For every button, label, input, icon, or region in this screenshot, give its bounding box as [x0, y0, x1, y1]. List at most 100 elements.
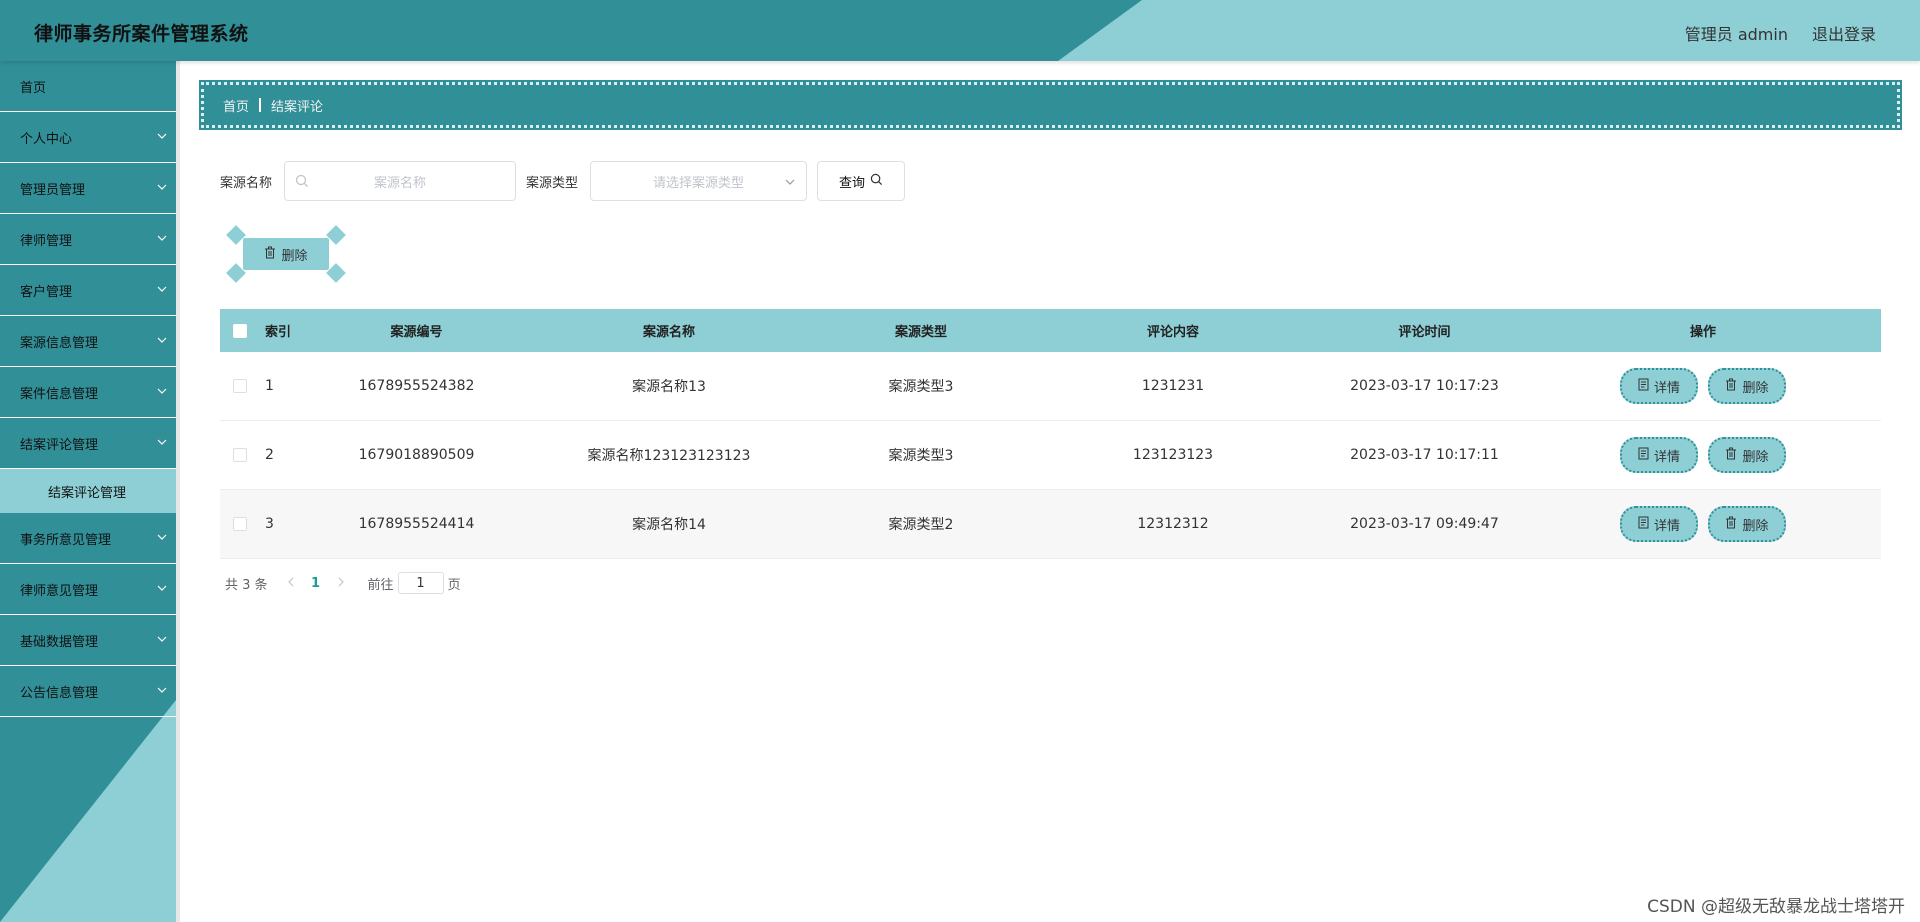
sidebar-item-1[interactable]: 个人中心: [0, 112, 176, 163]
query-button[interactable]: 查询: [817, 161, 906, 201]
delete-label: 删除: [1742, 518, 1769, 534]
sidebar-item-label: 首页: [20, 80, 47, 96]
chevron-down-icon: [156, 232, 168, 244]
batch-delete-label: 删除: [281, 248, 308, 264]
sidebar-item-8[interactable]: 事务所意见管理: [0, 513, 176, 564]
row-checkbox[interactable]: [233, 517, 247, 531]
cell-content: 12312312: [1137, 516, 1209, 532]
cell-index: 2: [265, 447, 274, 463]
sidebar-item-label: 律师意见管理: [20, 583, 99, 599]
sidebar-item-2[interactable]: 管理员管理: [0, 163, 176, 214]
chevron-down-icon: [156, 130, 168, 142]
search-icon: [295, 174, 309, 192]
case-name-input[interactable]: 案源名称: [284, 161, 517, 201]
detail-label: 详情: [1653, 518, 1680, 534]
sidebar-item-label: 公告信息管理: [20, 685, 99, 701]
trash-icon: [1725, 516, 1737, 533]
cell-type: 案源类型3: [888, 379, 954, 395]
cell-ops: 详情 删除: [1525, 506, 1881, 542]
sidebar-item-label: 结案评论管理: [20, 437, 99, 453]
goto-suffix: 页: [447, 577, 461, 593]
header-type: 案源类型: [894, 325, 947, 340]
breadcrumb: 首页 结案评论: [199, 80, 1902, 130]
detail-button[interactable]: 详情: [1620, 506, 1698, 542]
delete-button[interactable]: 删除: [1708, 368, 1786, 404]
delete-button[interactable]: 删除: [1708, 506, 1786, 542]
cell-time: 2023-03-17 10:17:11: [1350, 447, 1499, 463]
top-header: 律师事务所案件管理系统 管理员 admin 退出登录: [0, 0, 1920, 61]
app-title: 律师事务所案件管理系统: [34, 23, 249, 45]
goto-prefix: 前往: [367, 577, 394, 593]
sidebar-item-label: 客户管理: [20, 284, 73, 300]
select-all-checkbox[interactable]: [233, 323, 247, 338]
sidebar-item-5[interactable]: 案源信息管理: [0, 316, 176, 367]
sidebar-item-label: 管理员管理: [20, 182, 86, 198]
header-name: 案源名称: [642, 325, 695, 340]
cell-index: 3: [265, 516, 274, 532]
sidebar-divider: [176, 61, 180, 922]
chevron-left-icon[interactable]: [284, 576, 298, 591]
cell-type: 案源类型3: [888, 448, 954, 464]
sidebar-decoration: [0, 700, 176, 922]
query-button-label: 查询: [839, 175, 866, 191]
row-checkbox[interactable]: [233, 448, 247, 462]
sidebar-item-7[interactable]: 结案评论管理: [0, 418, 176, 469]
cell-time: 2023-03-17 09:49:47: [1350, 516, 1499, 532]
cell-name: 案源名称123123123123: [587, 448, 751, 464]
chevron-down-icon: [156, 684, 168, 696]
chevron-down-icon: [156, 385, 168, 397]
sidebar-item-label: 个人中心: [20, 131, 73, 147]
cell-code: 1678955524382: [358, 378, 475, 394]
detail-button[interactable]: 详情: [1620, 368, 1698, 404]
sidebar-item-9[interactable]: 律师意见管理: [0, 564, 176, 615]
case-type-select[interactable]: 请选择案源类型: [590, 161, 808, 201]
page-number[interactable]: 1: [303, 576, 329, 591]
breadcrumb-separator: [259, 98, 262, 112]
sidebar-item-label: 案件信息管理: [20, 386, 99, 402]
row-checkbox[interactable]: [233, 379, 247, 393]
delete-label: 删除: [1742, 449, 1769, 465]
table-row: 1 1678955524382 案源名称13 案源类型3 1231231 2023-03-…: [220, 352, 1881, 421]
cell-time: 2023-03-17 10:17:23: [1350, 378, 1499, 394]
total-count: 共 3 条: [225, 577, 268, 593]
sidebar-item-11[interactable]: 公告信息管理: [0, 666, 176, 717]
case-name-label: 案源名称: [220, 175, 273, 191]
delete-button[interactable]: 删除: [1708, 437, 1786, 473]
breadcrumb-home[interactable]: 首页: [223, 96, 249, 115]
goto-page-input[interactable]: [397, 572, 444, 594]
chevron-down-icon: [156, 334, 168, 346]
pagination: 共 3 条 1 前往 页: [225, 572, 461, 594]
cell-name: 案源名称13: [632, 379, 706, 395]
case-type-label: 案源类型: [526, 175, 579, 191]
current-user: 管理员 admin: [1684, 25, 1788, 44]
sidebar-item-6[interactable]: 案件信息管理: [0, 367, 176, 418]
batch-delete-wrapper: 删除: [226, 225, 346, 283]
cell-name: 案源名称14: [632, 517, 706, 533]
cell-content: 123123123: [1132, 447, 1214, 463]
cell-content: 1231231: [1141, 378, 1205, 394]
batch-delete-button[interactable]: 删除: [243, 238, 329, 270]
sidebar: 首页 个人中心 管理员管理 律师管理 客户管理 案源信息管理 案件信息管理 结案评论管理 结案评…: [0, 61, 176, 922]
detail-button[interactable]: 详情: [1620, 437, 1698, 473]
chevron-right-icon[interactable]: [334, 576, 348, 591]
sidebar-item-3[interactable]: 律师管理: [0, 214, 176, 265]
sidebar-item-10[interactable]: 基础数据管理: [0, 615, 176, 666]
cell-ops: 详情 删除: [1525, 368, 1881, 404]
search-bar: 案源名称 案源名称 案源类型 请选择案源类型 查询: [220, 161, 906, 201]
sidebar-item-label: 事务所意见管理: [20, 532, 112, 548]
logout-link[interactable]: 退出登录: [1812, 21, 1876, 45]
trash-icon: [1725, 447, 1737, 464]
cell-code: 1678955524414: [358, 516, 475, 532]
chevron-down-icon: [156, 633, 168, 645]
sidebar-item-4[interactable]: 客户管理: [0, 265, 176, 316]
decor-corner: [326, 225, 346, 245]
header-content: 评论内容: [1146, 325, 1199, 340]
sidebar-subitem-comment-management[interactable]: 结案评论管理: [0, 469, 176, 513]
delete-label: 删除: [1742, 380, 1769, 396]
header-index: 索引: [265, 325, 292, 340]
sidebar-item-label: 律师管理: [20, 233, 73, 249]
chevron-down-icon: [156, 181, 168, 193]
sidebar-item-0[interactable]: 首页: [0, 61, 176, 112]
header-time: 评论时间: [1398, 325, 1451, 340]
document-icon: [1638, 516, 1649, 533]
